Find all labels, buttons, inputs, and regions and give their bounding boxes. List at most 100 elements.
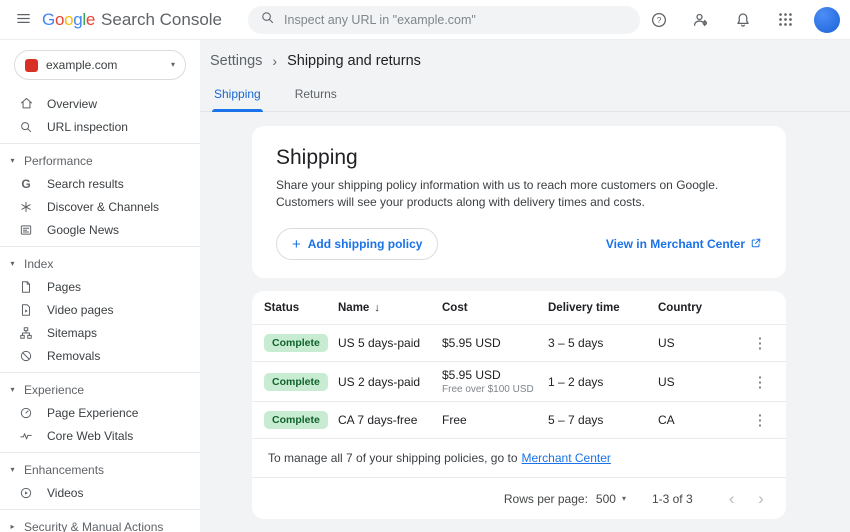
previous-page-button[interactable]: ‹: [719, 486, 745, 512]
sidebar-section-label: Enhancements: [24, 463, 104, 477]
sidebar-item-label: URL inspection: [47, 120, 128, 134]
apps-button[interactable]: [768, 3, 802, 37]
sidebar-item-video-pages[interactable]: Video pages: [0, 298, 200, 321]
sidebar-item-label: Page Experience: [47, 406, 138, 420]
kebab-icon: ⋮: [753, 411, 768, 429]
core-web-vitals-icon: [18, 428, 34, 444]
sidebar-divider: [0, 509, 200, 510]
table-row: Complete US 2 days-paid $5.95 USD Free o…: [252, 361, 786, 401]
property-icon: [25, 59, 38, 72]
policy-country: CA: [658, 413, 748, 427]
notifications-button[interactable]: [726, 3, 760, 37]
logo-letter: o: [64, 10, 73, 30]
breadcrumb: Settings › Shipping and returns: [200, 40, 850, 75]
google-g-icon: G: [18, 176, 34, 192]
rows-per-page-select[interactable]: 500 ▾: [596, 492, 626, 506]
tab-bar: Shipping Returns: [200, 79, 850, 112]
status-badge: Complete: [264, 411, 328, 429]
column-header-name-label: Name: [338, 302, 369, 314]
rows-per-page-label: Rows per page:: [504, 492, 588, 506]
merchant-center-link[interactable]: Merchant Center: [522, 451, 611, 465]
sidebar-section-experience[interactable]: ▾ Experience: [0, 378, 200, 401]
sidebar-item-label: Core Web Vitals: [47, 429, 133, 443]
column-header-delivery-time: Delivery time: [548, 302, 658, 314]
app-window: G o o g l e Search Console ?: [0, 0, 850, 532]
policy-cost: Free: [442, 413, 548, 427]
sidebar-item-search-results[interactable]: G Search results: [0, 172, 200, 195]
sidebar-item-core-web-vitals[interactable]: Core Web Vitals: [0, 424, 200, 447]
chevron-down-icon: ▾: [8, 385, 17, 394]
sidebar-section-security-manual-actions[interactable]: ▸ Security & Manual Actions: [0, 515, 200, 532]
shipping-card: Shipping Share your shipping policy info…: [252, 126, 786, 278]
sidebar-divider: [0, 143, 200, 144]
table-footer: To manage all 7 of your shipping policie…: [252, 438, 786, 477]
sidebar-item-url-inspection[interactable]: URL inspection: [0, 115, 200, 138]
url-inspect-input[interactable]: [284, 13, 628, 27]
sidebar-item-overview[interactable]: Overview: [0, 92, 200, 115]
row-menu-button[interactable]: ⋮: [748, 408, 772, 432]
view-in-merchant-center-label: View in Merchant Center: [606, 237, 745, 251]
policy-cost-note: Free over $100 USD: [442, 384, 548, 395]
sidebar-item-google-news[interactable]: Google News: [0, 218, 200, 241]
sidebar-item-removals[interactable]: Removals: [0, 344, 200, 367]
policy-cost: $5.95 USD: [442, 336, 548, 350]
account-avatar[interactable]: [814, 7, 840, 33]
row-menu-button[interactable]: ⋮: [748, 370, 772, 394]
url-inspect-searchbox[interactable]: [248, 6, 640, 34]
breadcrumb-current: Shipping and returns: [287, 53, 421, 69]
chevron-down-icon: ▾: [171, 61, 175, 69]
sidebar-divider: [0, 452, 200, 453]
add-shipping-policy-button[interactable]: + Add shipping policy: [276, 228, 438, 260]
sidebar-section-label: Security & Manual Actions: [24, 520, 163, 532]
app-logo: G o o g l e Search Console: [42, 10, 222, 30]
removals-icon: [18, 348, 34, 364]
main-content: Settings › Shipping and returns Shipping…: [200, 40, 850, 532]
shipping-policies-table: Status Name ↓ Cost Delivery time Country…: [252, 291, 786, 519]
sidebar-item-page-experience[interactable]: Page Experience: [0, 401, 200, 424]
plus-icon: +: [292, 237, 301, 252]
tab-shipping[interactable]: Shipping: [212, 79, 263, 111]
sidebar-item-label: Pages: [47, 280, 81, 294]
property-selector[interactable]: example.com ▾: [14, 50, 186, 80]
policy-name: CA 7 days-free: [338, 413, 442, 427]
sort-descending-icon: ↓: [374, 302, 380, 314]
rows-per-page: Rows per page: 500 ▾: [504, 492, 626, 506]
sidebar-item-label: Video pages: [47, 303, 114, 317]
add-shipping-policy-label: Add shipping policy: [308, 237, 423, 251]
page-experience-icon: [18, 405, 34, 421]
kebab-icon: ⋮: [753, 373, 768, 391]
sidebar-section-label: Index: [24, 257, 53, 271]
topbar: G o o g l e Search Console ?: [0, 0, 850, 40]
sidebar-item-label: Overview: [47, 97, 97, 111]
sidebar-divider: [0, 372, 200, 373]
sidebar-item-videos[interactable]: Videos: [0, 481, 200, 504]
table-row: Complete US 5 days-paid $5.95 USD 3 – 5 …: [252, 324, 786, 361]
sidebar-section-index[interactable]: ▾ Index: [0, 252, 200, 275]
policy-name: US 5 days-paid: [338, 336, 442, 350]
next-page-button[interactable]: ›: [748, 486, 774, 512]
view-in-merchant-center-link[interactable]: View in Merchant Center: [606, 237, 762, 252]
search-icon: [18, 119, 34, 135]
shipping-card-actions: + Add shipping policy View in Merchant C…: [276, 228, 762, 260]
help-button[interactable]: ?: [642, 3, 676, 37]
tab-returns[interactable]: Returns: [293, 79, 339, 111]
sidebar-item-discover-channels[interactable]: Discover & Channels: [0, 195, 200, 218]
shipping-description-line1: Share your shipping policy information w…: [276, 177, 762, 194]
menu-button[interactable]: [6, 3, 40, 37]
breadcrumb-settings[interactable]: Settings: [210, 53, 262, 69]
sidebar-section-enhancements[interactable]: ▾ Enhancements: [0, 458, 200, 481]
sidebar-section-performance[interactable]: ▾ Performance: [0, 149, 200, 172]
sidebar-section-label: Performance: [24, 154, 93, 168]
row-menu-button[interactable]: ⋮: [748, 331, 772, 355]
shipping-description: Share your shipping policy information w…: [276, 177, 762, 211]
column-header-name[interactable]: Name ↓: [338, 302, 442, 314]
sidebar-item-sitemaps[interactable]: Sitemaps: [0, 321, 200, 344]
kebab-icon: ⋮: [753, 334, 768, 352]
policy-delivery-time: 3 – 5 days: [548, 336, 658, 350]
sidebar-item-label: Search results: [47, 177, 124, 191]
status-badge: Complete: [264, 334, 328, 352]
home-icon: [18, 96, 34, 112]
sidebar-item-pages[interactable]: Pages: [0, 275, 200, 298]
hamburger-icon: [15, 10, 32, 30]
user-settings-button[interactable]: [684, 3, 718, 37]
